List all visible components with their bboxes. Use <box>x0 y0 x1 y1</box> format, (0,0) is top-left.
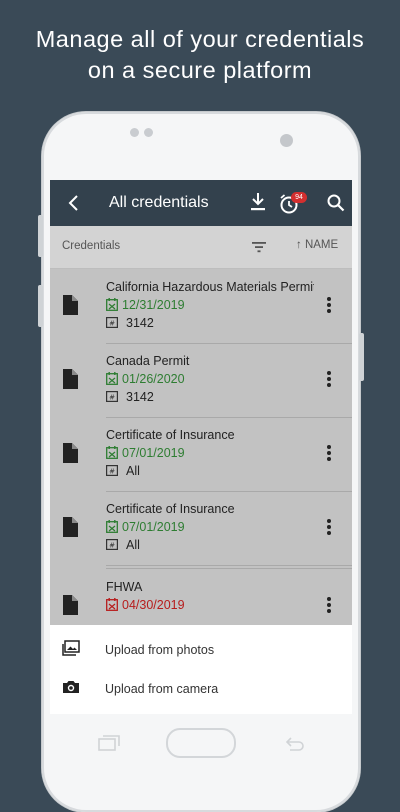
alarm-badge: 94 <box>291 192 307 203</box>
arrow-back-icon[interactable] <box>64 191 84 215</box>
document-icon <box>63 517 78 537</box>
credential-number: All <box>126 538 140 552</box>
sensor-dot <box>130 128 139 137</box>
document-icon <box>63 443 78 463</box>
more-options-icon[interactable] <box>326 444 332 462</box>
credential-expiry-date: 07/01/2019 <box>122 446 185 460</box>
search-icon[interactable] <box>326 193 346 213</box>
credential-name: California Hazardous Materials Permit <box>106 280 314 294</box>
camera-icon <box>63 681 79 693</box>
svg-text:#: # <box>109 320 115 328</box>
recent-apps-icon[interactable] <box>98 735 120 751</box>
power-button <box>359 333 364 381</box>
app-screen: All credentials 94 Credentials ↑ NAME Ca… <box>50 180 352 714</box>
credential-number: 3142 <box>126 390 154 404</box>
list-header: Credentials ↑ NAME <box>50 226 352 269</box>
credential-name: Certificate of Insurance <box>106 502 235 516</box>
photos-icon <box>62 640 80 656</box>
credential-number: All <box>126 464 140 478</box>
document-icon <box>63 295 78 315</box>
list-header-label: Credentials <box>62 240 121 252</box>
row-divider <box>106 565 352 566</box>
credential-expiry-date: 04/30/2019 <box>122 598 185 612</box>
id-number-icon: # <box>106 317 118 328</box>
upload-from-camera-label: Upload from camera <box>105 682 219 696</box>
calendar-icon <box>106 520 118 533</box>
back-icon[interactable] <box>284 735 306 751</box>
credentials-list: California Hazardous Materials Permit 12… <box>50 269 352 625</box>
upload-from-photos-option[interactable]: Upload from photos <box>50 630 352 669</box>
app-bar: All credentials 94 <box>50 180 352 226</box>
calendar-expired-icon <box>106 598 118 611</box>
credential-name: Canada Permit <box>106 354 190 368</box>
credential-row[interactable]: Certificate of Insurance 07/01/2019 # Al… <box>50 417 352 491</box>
volume-up-button <box>38 215 43 257</box>
credential-expiry-date: 12/31/2019 <box>122 298 185 312</box>
document-icon <box>63 595 78 615</box>
svg-text:#: # <box>109 468 115 476</box>
credential-row[interactable]: California Hazardous Materials Permit 12… <box>50 269 352 343</box>
filter-icon[interactable] <box>250 238 268 256</box>
more-options-icon[interactable] <box>326 370 332 388</box>
id-number-icon: # <box>106 539 118 550</box>
credential-number: 3142 <box>126 316 154 330</box>
svg-text:#: # <box>109 542 115 550</box>
id-number-icon: # <box>106 465 118 476</box>
upload-from-camera-option[interactable]: Upload from camera <box>50 669 352 708</box>
front-camera <box>280 134 293 147</box>
upload-bottom-sheet: Upload from photos Upload from camera <box>50 625 352 714</box>
headline: Manage all of your credentials on a secu… <box>0 24 400 86</box>
credential-row[interactable]: FHWA 04/30/2019 <box>50 569 352 625</box>
headline-line-2: on a secure platform <box>87 57 313 83</box>
credential-expiry-date: 01/26/2020 <box>122 372 185 386</box>
credential-name: FHWA <box>106 580 143 594</box>
calendar-icon <box>106 298 118 311</box>
svg-text:#: # <box>109 394 115 402</box>
calendar-icon <box>106 446 118 459</box>
volume-down-button <box>38 285 43 327</box>
calendar-icon <box>106 372 118 385</box>
page-title: All credentials <box>109 194 209 211</box>
credential-expiry-date: 07/01/2019 <box>122 520 185 534</box>
home-button[interactable] <box>166 728 236 758</box>
credential-row[interactable]: Canada Permit 01/26/2020 # 3142 <box>50 343 352 417</box>
more-options-icon[interactable] <box>326 596 332 614</box>
credential-row[interactable]: Certificate of Insurance 07/01/2019 # Al… <box>50 491 352 565</box>
sensor-dot <box>144 128 153 137</box>
sort-by-name-button[interactable]: ↑ NAME <box>296 239 338 251</box>
download-icon[interactable] <box>248 191 268 213</box>
headline-line-1: Manage all of your credentials <box>35 26 365 52</box>
id-number-icon: # <box>106 391 118 402</box>
credential-name: Certificate of Insurance <box>106 428 235 442</box>
upload-from-photos-label: Upload from photos <box>105 643 215 657</box>
document-icon <box>63 369 78 389</box>
more-options-icon[interactable] <box>326 296 332 314</box>
more-options-icon[interactable] <box>326 518 332 536</box>
